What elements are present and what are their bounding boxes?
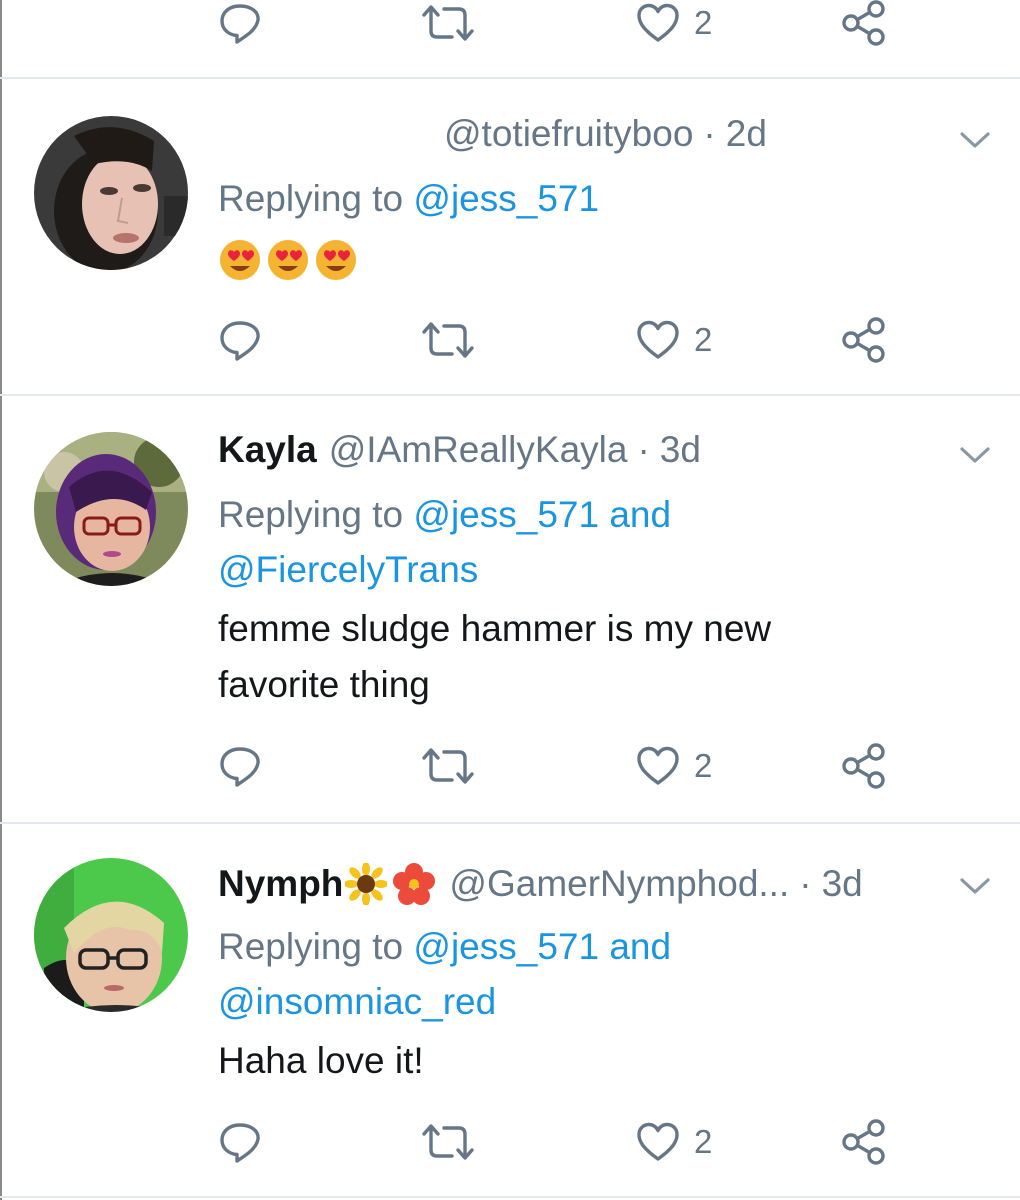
replying-to-line: Replying to @jess_571 and — [218, 919, 671, 974]
retweet-button[interactable] — [420, 315, 476, 365]
heart-icon — [637, 1122, 679, 1161]
timestamp[interactable]: 3d — [822, 863, 863, 905]
retweet-button[interactable] — [420, 0, 476, 48]
chevron-down-icon[interactable] — [958, 443, 992, 467]
left-edge-border — [0, 0, 2, 1200]
replying-to-line: Replying to @jess_571 and — [218, 487, 671, 542]
tweet-header: Nymph @GamerNymphod... · 3d — [218, 859, 863, 909]
like-button[interactable]: 2 — [636, 741, 712, 791]
avatar[interactable] — [34, 116, 188, 270]
tweet-divider — [0, 394, 1020, 396]
tweet-text-line: favorite thing — [218, 664, 430, 705]
share-button[interactable] — [840, 315, 888, 365]
heart-icon — [637, 746, 679, 785]
share-button[interactable] — [840, 0, 888, 48]
tweet-action-bar: 2 — [0, 1117, 1020, 1167]
replying-to-label: Replying to — [218, 494, 404, 535]
user-handle[interactable]: @GamerNymphod... — [449, 863, 789, 905]
share-icon — [842, 743, 885, 789]
mention-link[interactable]: @jess_571 and — [413, 926, 671, 967]
display-name[interactable]: Kayla — [218, 429, 317, 471]
sunflower-emoji — [345, 863, 388, 905]
retweet-icon — [422, 748, 474, 784]
like-count: 2 — [694, 1123, 713, 1160]
avatar[interactable] — [34, 858, 188, 1012]
like-count: 2 — [694, 321, 713, 358]
heart-eyes-emoji — [220, 240, 260, 280]
reply-icon — [220, 4, 260, 44]
share-icon — [842, 1119, 885, 1165]
share-icon — [842, 0, 885, 46]
tweet-action-bar: 2 — [0, 315, 1020, 365]
timestamp[interactable]: 2d — [726, 113, 767, 155]
replying-to-line: Replying to @jess_571 — [218, 171, 599, 226]
share-icon — [842, 317, 885, 363]
replying-to-label: Replying to — [218, 178, 404, 219]
heart-icon — [637, 3, 679, 42]
reply-thread-screen: 2 @totiefruityboo · 2d Replying to @jess… — [0, 0, 1020, 1200]
dot-separator: · — [637, 429, 650, 470]
retweet-icon — [422, 322, 474, 358]
replying-to-line-2: @FiercelyTrans — [218, 542, 478, 597]
reply-icon — [220, 1123, 260, 1163]
replying-to-line-2: @insomniac_red — [218, 974, 496, 1029]
tweet-text — [218, 238, 358, 282]
reply-button[interactable] — [218, 741, 262, 791]
dot-separator: · — [799, 863, 812, 904]
retweet-icon — [422, 1124, 474, 1160]
tweet-divider — [0, 77, 1020, 79]
tweet-header: @totiefruityboo · 2d — [218, 109, 767, 159]
share-button[interactable] — [840, 1117, 888, 1167]
tweet-divider — [0, 1196, 1020, 1198]
reply-button[interactable] — [218, 0, 262, 48]
hibiscus-emoji — [393, 863, 436, 905]
like-count: 2 — [694, 4, 713, 41]
reply-button[interactable] — [218, 315, 262, 365]
mention-link[interactable]: @insomniac_red — [218, 981, 496, 1022]
tweet-text-line: Haha love it! — [218, 1040, 424, 1081]
like-button[interactable]: 2 — [636, 0, 712, 48]
mention-link[interactable]: @jess_571 and — [413, 494, 671, 535]
like-button[interactable]: 2 — [636, 315, 712, 365]
reply-button[interactable] — [218, 1117, 262, 1167]
heart-icon — [637, 320, 679, 359]
chevron-down-icon[interactable] — [958, 874, 992, 898]
display-name[interactable]: Nymph — [218, 863, 343, 905]
tweet-header: Kayla @IAmReallyKayla · 3d — [218, 425, 701, 475]
chevron-down-icon[interactable] — [958, 128, 992, 152]
share-button[interactable] — [840, 741, 888, 791]
like-count: 2 — [694, 747, 713, 784]
heart-eyes-emoji — [268, 240, 308, 280]
user-handle[interactable]: @totiefruityboo — [444, 113, 693, 155]
replying-to-label: Replying to — [218, 926, 404, 967]
tweet-text-line: femme sludge hammer is my new — [218, 608, 772, 649]
avatar[interactable] — [34, 432, 188, 586]
dot-separator: · — [703, 113, 716, 154]
retweet-button[interactable] — [420, 1117, 476, 1167]
mention-link[interactable]: @FiercelyTrans — [218, 549, 478, 590]
heart-eyes-emoji — [316, 240, 356, 280]
mention-link[interactable]: @jess_571 — [413, 178, 599, 219]
like-button[interactable]: 2 — [636, 1117, 712, 1167]
user-handle[interactable]: @IAmReallyKayla — [329, 429, 628, 471]
retweet-icon — [422, 5, 474, 41]
reply-icon — [220, 321, 260, 361]
timestamp[interactable]: 3d — [660, 429, 701, 471]
reply-icon — [220, 747, 260, 787]
top-action-bar: 2 — [0, 0, 1020, 48]
tweet-action-bar: 2 — [0, 741, 1020, 791]
retweet-button[interactable] — [420, 741, 476, 791]
tweet-divider — [0, 822, 1020, 824]
